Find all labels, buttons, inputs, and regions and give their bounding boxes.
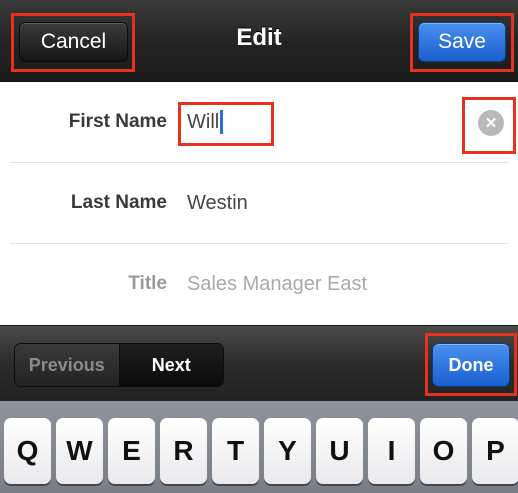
clear-icon[interactable]: × bbox=[478, 110, 504, 136]
previous-button[interactable]: Previous bbox=[15, 344, 120, 386]
key-q[interactable]: Q bbox=[4, 418, 51, 484]
key-o[interactable]: O bbox=[420, 418, 467, 484]
key-p[interactable]: P bbox=[472, 418, 518, 484]
last-name-label: Last Name bbox=[70, 192, 167, 213]
key-t[interactable]: T bbox=[212, 418, 259, 484]
nav-bar: Cancel Edit Save bbox=[0, 0, 518, 82]
first-name-field[interactable]: Will bbox=[187, 82, 224, 162]
keyboard-accessory-bar: Previous Next Done bbox=[0, 325, 518, 401]
key-w[interactable]: W bbox=[56, 418, 103, 484]
first-name-label: First Name bbox=[68, 111, 167, 132]
key-i[interactable]: I bbox=[368, 418, 415, 484]
key-u[interactable]: U bbox=[316, 418, 363, 484]
prev-next-segmented-control: Previous Next bbox=[14, 343, 224, 387]
first-name-row: First Name Will × bbox=[0, 82, 518, 162]
next-button[interactable]: Next bbox=[119, 344, 223, 386]
title-field[interactable]: Sales Manager East bbox=[187, 244, 367, 324]
text-caret bbox=[220, 110, 224, 134]
done-button[interactable]: Done bbox=[432, 343, 510, 387]
key-r[interactable]: R bbox=[160, 418, 207, 484]
first-name-value: Will bbox=[187, 110, 220, 133]
save-button[interactable]: Save bbox=[418, 22, 506, 62]
title-row: Title Sales Manager East bbox=[0, 244, 518, 324]
last-name-field[interactable]: Westin bbox=[187, 163, 248, 243]
last-name-row: Last Name Westin bbox=[0, 163, 518, 243]
keyboard: Q W E R T Y U I O P bbox=[0, 401, 518, 493]
key-y[interactable]: Y bbox=[264, 418, 311, 484]
key-e[interactable]: E bbox=[108, 418, 155, 484]
title-label: Title bbox=[128, 273, 167, 294]
